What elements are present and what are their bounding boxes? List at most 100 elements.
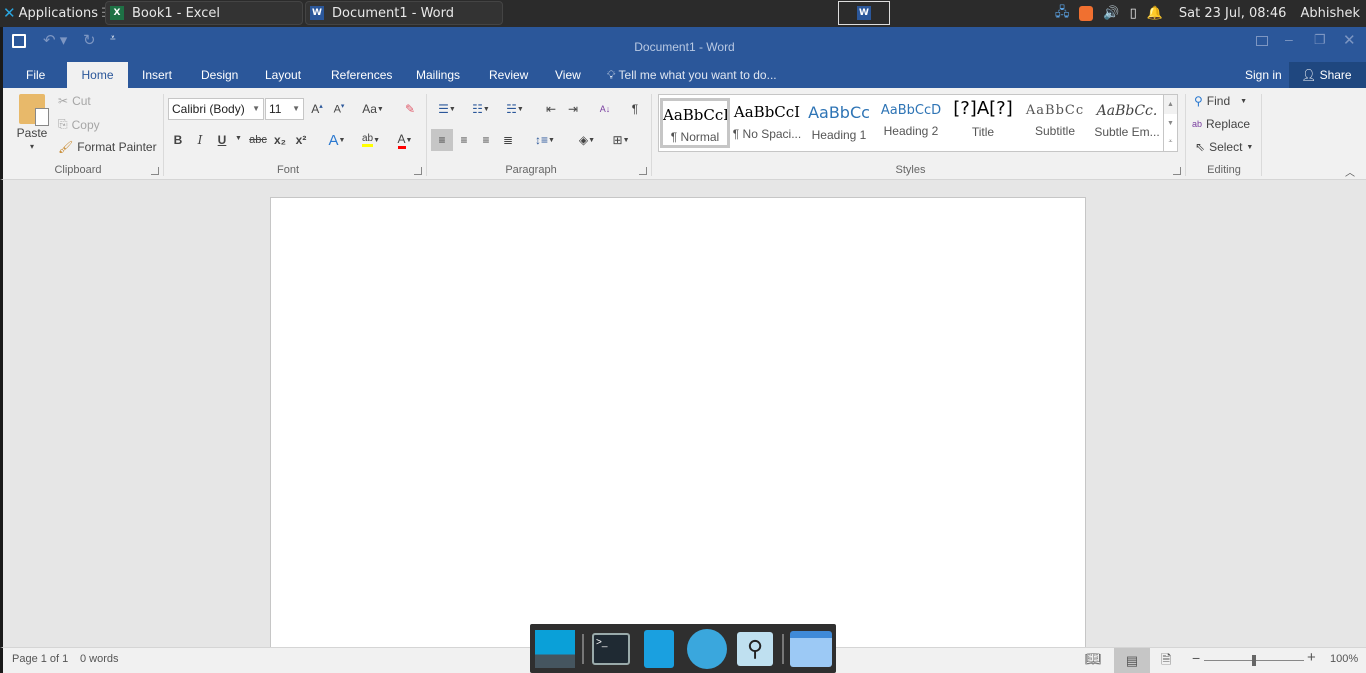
subscript-button[interactable]: x₂ — [271, 131, 289, 149]
multilevel-list-button[interactable]: ☵ ▼ — [501, 100, 529, 118]
style-title[interactable]: [?]A[?] Title — [948, 98, 1018, 148]
more-styles-icon[interactable]: ⩡ — [1164, 133, 1177, 151]
close-button[interactable]: ✕ — [1343, 31, 1356, 49]
style-heading-1[interactable]: AaBbCc Heading 1 — [804, 98, 874, 148]
strikethrough-button[interactable]: abc — [247, 131, 269, 149]
decrease-indent-button[interactable]: ⇤ — [542, 100, 560, 118]
styles-scrollbar[interactable]: ▲ ▼ ⩡ — [1163, 95, 1177, 151]
word-count[interactable]: 0 words — [80, 653, 119, 665]
dock-files[interactable] — [790, 629, 832, 669]
zoom-in-button[interactable]: + — [1307, 649, 1316, 666]
line-spacing-button[interactable]: ↕≡ ▼ — [531, 131, 559, 149]
copy-button[interactable]: ⎘ Copy — [58, 117, 100, 132]
tab-references[interactable]: References — [319, 62, 404, 88]
shrink-font-button[interactable]: A▾ — [330, 100, 348, 118]
style-heading-2[interactable]: AaBbCcD Heading 2 — [876, 98, 946, 148]
scroll-up-icon[interactable]: ▲ — [1164, 95, 1177, 114]
applications-menu[interactable]: ✕ Applications ☰ — [3, 4, 113, 22]
style-preview: [?]A[?] — [953, 98, 1013, 119]
dock-file-cabinet[interactable] — [638, 629, 680, 669]
clipboard-dialog-launcher[interactable] — [151, 167, 159, 175]
underline-button[interactable]: U — [213, 131, 231, 149]
tab-home[interactable]: Home — [67, 62, 128, 88]
web-layout-icon[interactable]: 🗎︎ — [1161, 651, 1171, 673]
document-page[interactable] — [270, 197, 1086, 657]
cut-button[interactable]: ✂ Cut — [58, 94, 91, 108]
ribbon-display-options-icon[interactable] — [1256, 36, 1268, 46]
shading-button[interactable]: ◈ ▼ — [572, 131, 602, 149]
zoom-level[interactable]: 100% — [1330, 653, 1358, 665]
highlight-color-button[interactable]: ab ▼ — [356, 131, 386, 149]
chevron-down-icon[interactable]: ▼ — [235, 135, 242, 142]
tab-mailings[interactable]: Mailings — [404, 62, 472, 88]
paragraph-dialog-launcher[interactable] — [639, 167, 647, 175]
collapse-ribbon-icon[interactable]: ︿ — [1345, 164, 1355, 179]
sign-in-link[interactable]: Sign in — [1233, 62, 1294, 88]
network-icon[interactable]: 🖧 — [1055, 3, 1070, 25]
tab-view[interactable]: View — [543, 62, 593, 88]
battery-icon[interactable]: ▯ — [1130, 6, 1137, 21]
tab-design[interactable]: Design — [189, 62, 250, 88]
taskbar-task-word[interactable]: W Document1 - Word — [305, 1, 503, 25]
style-subtitle[interactable]: AaBbCc Subtitle — [1020, 98, 1090, 148]
align-left-button[interactable]: ≡ — [431, 129, 453, 151]
superscript-button[interactable]: x² — [292, 131, 310, 149]
user-name[interactable]: Abhishek — [1300, 6, 1360, 21]
borders-button[interactable]: ⊞ ▼ — [606, 131, 636, 149]
notifications-icon[interactable]: 🔔 — [1147, 6, 1163, 21]
package-updater-icon[interactable] — [1079, 6, 1094, 21]
style-no-spacing[interactable]: AaBbCcI ¶ No Spaci... — [732, 98, 802, 148]
find-button[interactable]: ⚲ Find ▼ — [1194, 94, 1247, 108]
numbering-button[interactable]: ☷ ▼ — [467, 100, 495, 118]
scroll-down-icon[interactable]: ▼ — [1164, 114, 1177, 133]
justify-button[interactable]: ≣ — [499, 131, 517, 149]
font-name-combo[interactable]: Calibri (Body) ▼ — [168, 98, 264, 120]
tell-me-box[interactable]: 💡︎ Tell me what you want to do... — [595, 62, 789, 88]
grow-font-button[interactable]: A▴ — [308, 100, 326, 118]
style-preview: AaBbCcI — [733, 103, 801, 121]
change-case-button[interactable]: Aa ▼ — [359, 100, 387, 118]
bullets-button[interactable]: ☰ ▼ — [433, 100, 461, 118]
font-color-icon: A — [397, 132, 406, 149]
zoom-out-button[interactable]: − — [1192, 650, 1200, 666]
zoom-slider[interactable] — [1204, 655, 1304, 666]
align-right-button[interactable]: ≡ — [477, 131, 495, 149]
workspace-word-window[interactable]: W — [838, 1, 890, 25]
volume-icon[interactable]: 🔊 — [1103, 6, 1119, 21]
style-normal[interactable]: AaBbCcI ¶ Normal — [660, 98, 730, 148]
center-button[interactable]: ≡ — [455, 131, 473, 149]
text-effects-button[interactable]: A ▼ — [323, 131, 351, 149]
print-layout-icon[interactable]: ▤ — [1114, 648, 1150, 673]
dock-app-finder[interactable]: ⚲ — [734, 629, 776, 669]
replace-button[interactable]: ab Replace — [1192, 117, 1250, 131]
bold-button[interactable]: B — [169, 131, 187, 149]
style-subtle-emphasis[interactable]: AaBbCc. Subtle Em... — [1092, 98, 1162, 148]
zoom-slider-thumb[interactable] — [1252, 655, 1256, 666]
restore-button[interactable]: ❐ — [1314, 32, 1326, 48]
tab-insert[interactable]: Insert — [130, 62, 184, 88]
page-count[interactable]: Page 1 of 1 — [12, 653, 68, 665]
tab-review[interactable]: Review — [477, 62, 540, 88]
dock-terminal[interactable]: >_ — [590, 629, 632, 669]
clear-formatting-button[interactable]: ✎ — [401, 100, 419, 118]
taskbar-task-excel[interactable]: X Book1 - Excel — [105, 1, 303, 25]
font-dialog-launcher[interactable] — [414, 167, 422, 175]
tab-file[interactable]: File — [14, 62, 57, 88]
share-button[interactable]: 👤︎ Share — [1289, 62, 1366, 88]
styles-dialog-launcher[interactable] — [1173, 167, 1181, 175]
dock-show-desktop[interactable] — [534, 629, 576, 669]
show-formatting-marks-button[interactable]: ¶ — [626, 100, 644, 118]
select-button[interactable]: ⇖ Select ▼ — [1195, 140, 1253, 154]
read-mode-icon[interactable]: 📖︎ — [1085, 651, 1102, 667]
clock[interactable]: Sat 23 Jul, 08:46 — [1179, 6, 1287, 21]
format-painter-button[interactable]: 🖌︎ Format Painter — [58, 140, 157, 154]
italic-button[interactable]: I — [191, 131, 209, 149]
increase-indent-button[interactable]: ⇥ — [564, 100, 582, 118]
sort-button[interactable]: A↓ — [596, 100, 614, 118]
dock-web-browser[interactable] — [686, 628, 728, 669]
paste-button[interactable]: Paste ▾ — [15, 94, 49, 151]
font-color-button[interactable]: A ▼ — [390, 131, 420, 149]
tab-layout[interactable]: Layout — [253, 62, 313, 88]
font-size-combo[interactable]: 11 ▼ — [265, 98, 304, 120]
minimize-button[interactable]: – — [1285, 31, 1293, 47]
